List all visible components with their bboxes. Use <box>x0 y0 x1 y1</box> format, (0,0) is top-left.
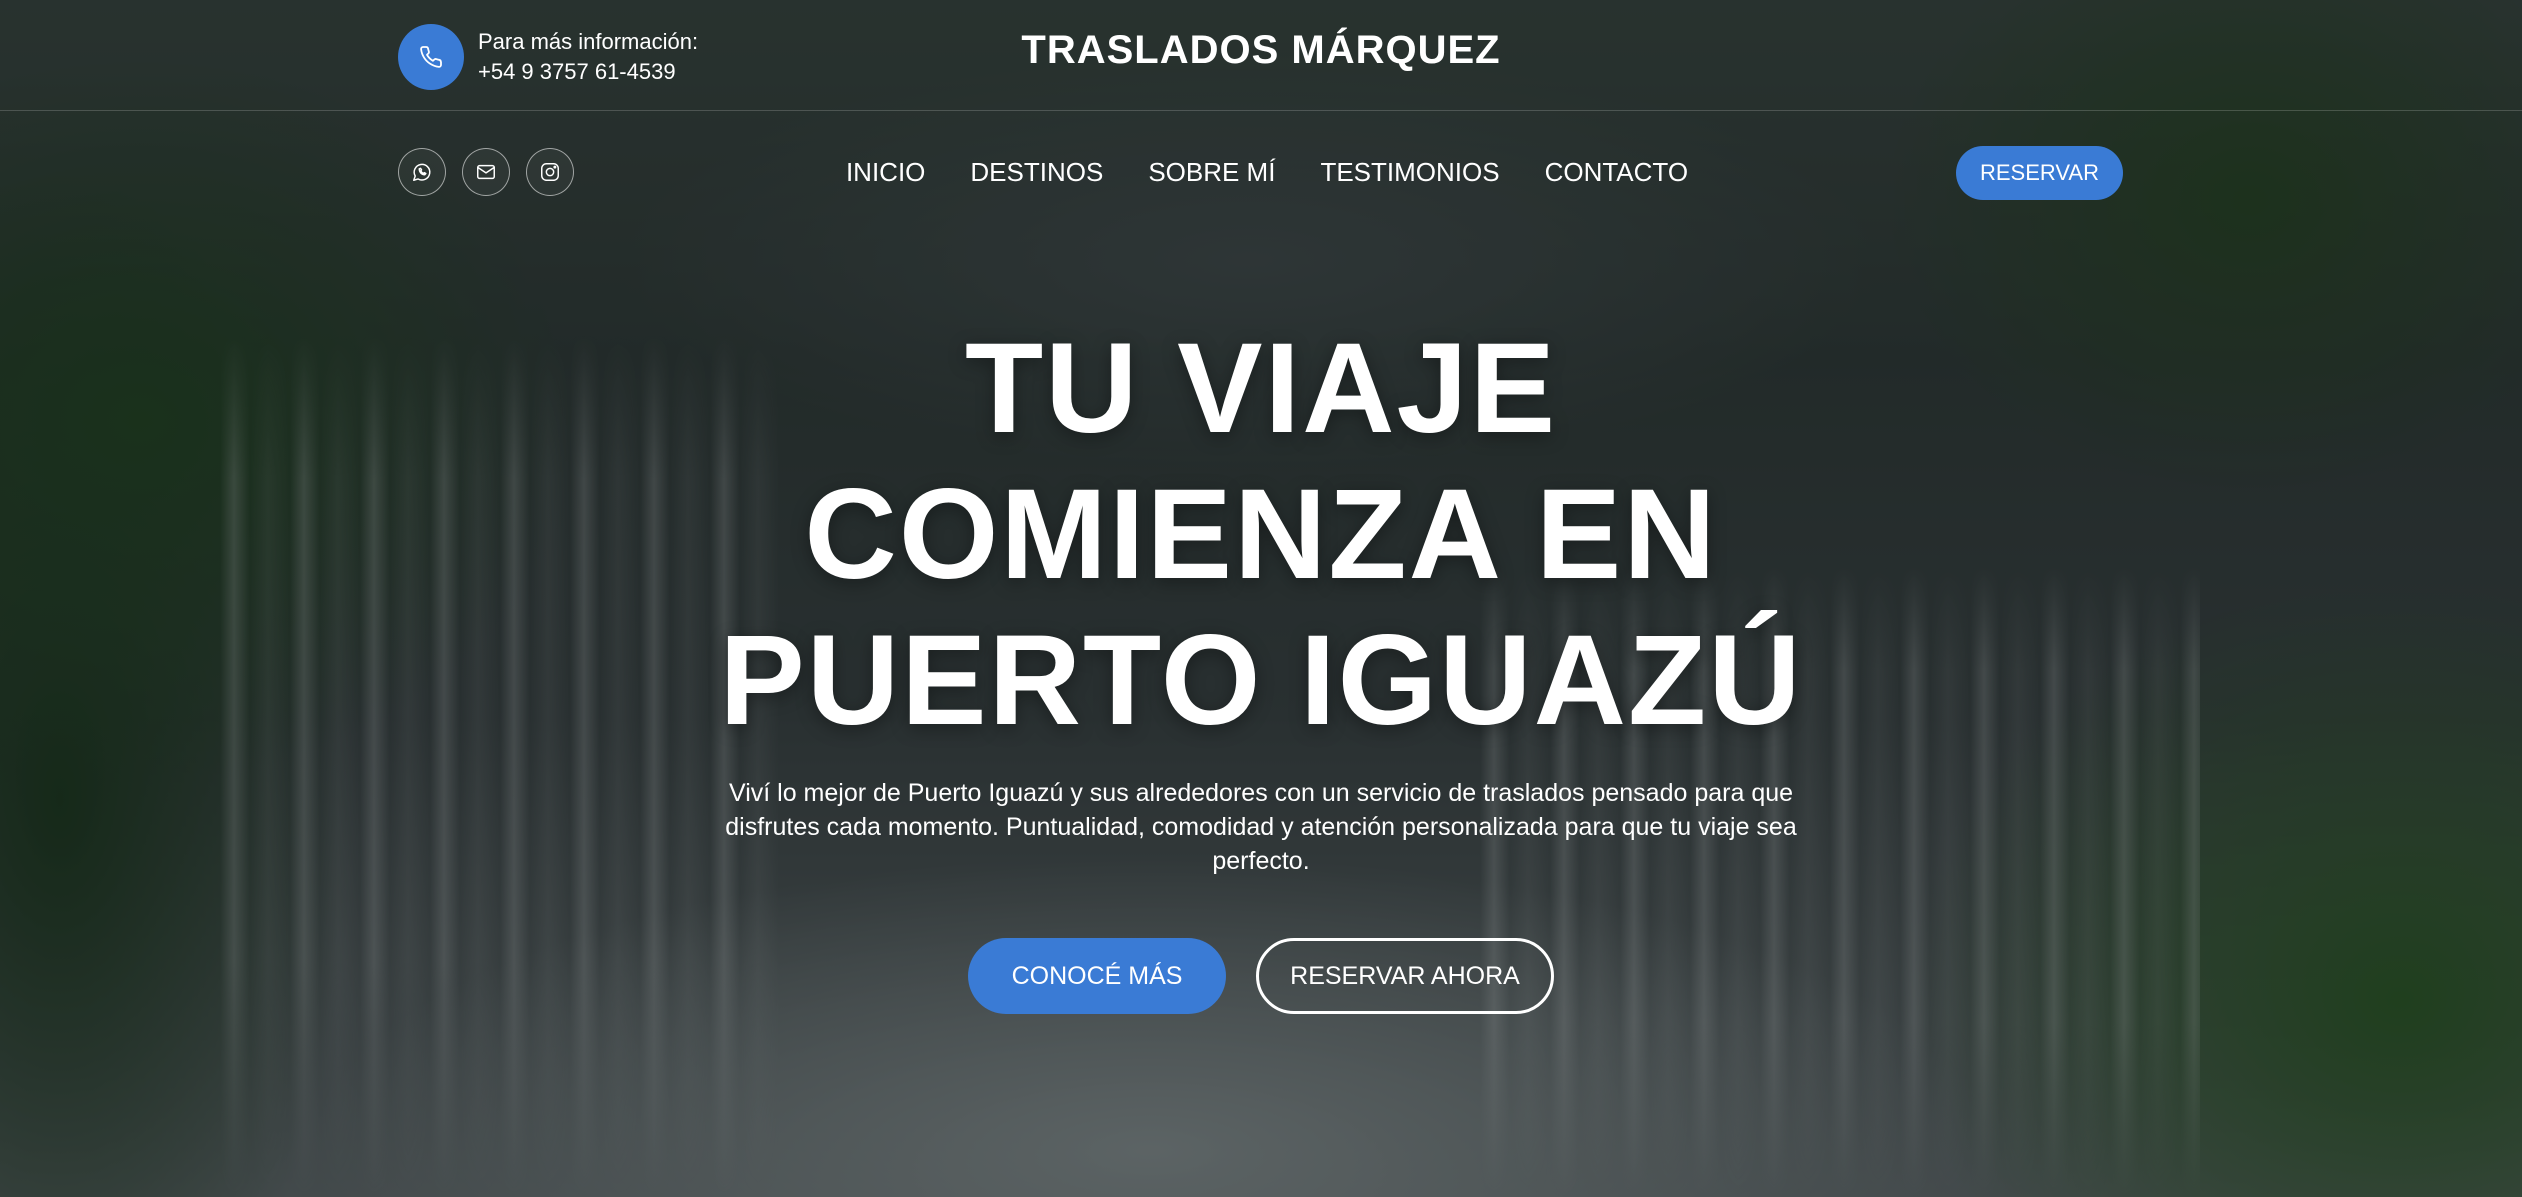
learn-more-button[interactable]: CONOCÉ MÁS <box>968 938 1226 1014</box>
top-bar: Para más información: +54 9 3757 61-4539… <box>0 0 2522 111</box>
hero-section: Para más información: +54 9 3757 61-4539… <box>0 0 2522 1197</box>
headline-line-2: COMIENZA EN <box>804 463 1718 606</box>
nav-item-contacto[interactable]: CONTACTO <box>1545 156 1688 188</box>
headline-line-3: PUERTO IGUAZÚ <box>719 609 1803 752</box>
nav-item-sobre-mi[interactable]: SOBRE MÍ <box>1148 156 1275 188</box>
headline-line-1: TU VIAJE <box>964 317 1558 460</box>
book-now-button[interactable]: RESERVAR AHORA <box>1256 938 1554 1014</box>
hero-subtitle: Viví lo mejor de Puerto Iguazú y sus alr… <box>725 779 1797 875</box>
nav-item-testimonios[interactable]: TESTIMONIOS <box>1320 156 1499 188</box>
hero-actions: CONOCÉ MÁS RESERVAR AHORA <box>0 938 2522 1014</box>
brand-logo[interactable]: TRASLADOS MÁRQUEZ <box>0 28 2522 73</box>
nav-item-inicio[interactable]: INICIO <box>846 156 925 188</box>
nav-item-destinos[interactable]: DESTINOS <box>970 156 1103 188</box>
main-nav: INICIO DESTINOS SOBRE MÍ TESTIMONIOS CON… <box>0 156 2522 188</box>
reserve-button[interactable]: RESERVAR <box>1956 146 2123 200</box>
hero-headline: TU VIAJE COMIENZA EN PUERTO IGUAZÚ <box>0 316 2522 754</box>
